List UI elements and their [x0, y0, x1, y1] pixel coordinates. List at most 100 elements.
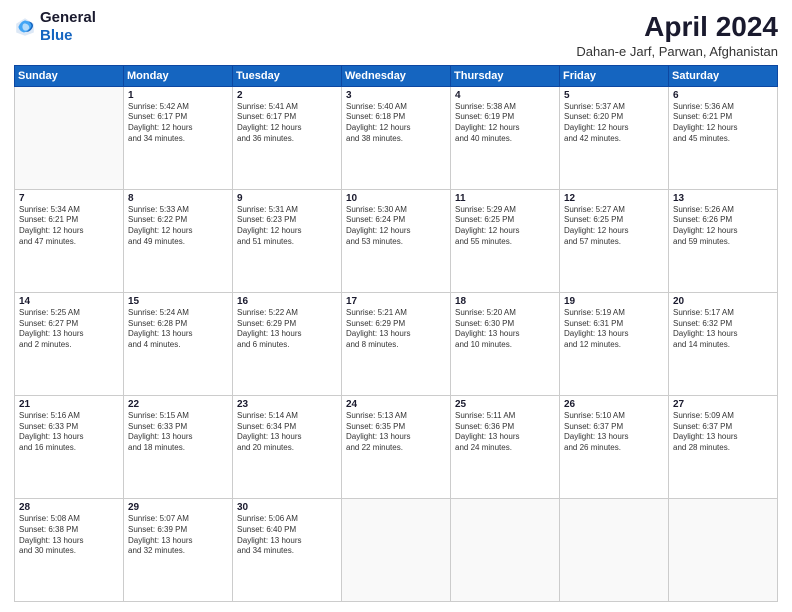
daylight-label: Daylight: 13 hours: [19, 432, 119, 443]
sunset-text: Sunset: 6:38 PM: [19, 525, 119, 536]
daylight-and: and 40 minutes.: [455, 134, 555, 145]
sunset-text: Sunset: 6:33 PM: [19, 422, 119, 433]
sunrise-text: Sunrise: 5:22 AM: [237, 308, 337, 319]
daylight-and: and 53 minutes.: [346, 237, 446, 248]
sunset-text: Sunset: 6:23 PM: [237, 215, 337, 226]
calendar-cell: 6Sunrise: 5:36 AMSunset: 6:21 PMDaylight…: [669, 86, 778, 189]
cell-info: Sunrise: 5:17 AMSunset: 6:32 PMDaylight:…: [673, 308, 773, 351]
daylight-label: Daylight: 13 hours: [237, 536, 337, 547]
cell-info: Sunrise: 5:21 AMSunset: 6:29 PMDaylight:…: [346, 308, 446, 351]
calendar-week-3: 14Sunrise: 5:25 AMSunset: 6:27 PMDayligh…: [15, 292, 778, 395]
calendar-cell: 2Sunrise: 5:41 AMSunset: 6:17 PMDaylight…: [233, 86, 342, 189]
sunset-text: Sunset: 6:25 PM: [455, 215, 555, 226]
calendar-cell: 15Sunrise: 5:24 AMSunset: 6:28 PMDayligh…: [124, 292, 233, 395]
cell-info: Sunrise: 5:08 AMSunset: 6:38 PMDaylight:…: [19, 514, 119, 557]
sunset-text: Sunset: 6:21 PM: [673, 112, 773, 123]
daylight-and: and 34 minutes.: [237, 546, 337, 557]
cell-info: Sunrise: 5:20 AMSunset: 6:30 PMDaylight:…: [455, 308, 555, 351]
sunrise-text: Sunrise: 5:24 AM: [128, 308, 228, 319]
cell-info: Sunrise: 5:06 AMSunset: 6:40 PMDaylight:…: [237, 514, 337, 557]
daylight-and: and 59 minutes.: [673, 237, 773, 248]
calendar-cell: 27Sunrise: 5:09 AMSunset: 6:37 PMDayligh…: [669, 395, 778, 498]
day-number: 30: [237, 502, 337, 513]
day-number: 9: [237, 193, 337, 204]
sunrise-text: Sunrise: 5:06 AM: [237, 514, 337, 525]
logo: General Blue: [14, 10, 96, 45]
sunrise-text: Sunrise: 5:21 AM: [346, 308, 446, 319]
calendar-cell: [560, 498, 669, 601]
daylight-label: Daylight: 12 hours: [673, 123, 773, 134]
header-thursday: Thursday: [451, 65, 560, 86]
day-number: 20: [673, 296, 773, 307]
daylight-and: and 10 minutes.: [455, 340, 555, 351]
sunrise-text: Sunrise: 5:33 AM: [128, 205, 228, 216]
header-friday: Friday: [560, 65, 669, 86]
daylight-and: and 16 minutes.: [19, 443, 119, 454]
sunset-text: Sunset: 6:27 PM: [19, 319, 119, 330]
cell-info: Sunrise: 5:24 AMSunset: 6:28 PMDaylight:…: [128, 308, 228, 351]
sunset-text: Sunset: 6:31 PM: [564, 319, 664, 330]
calendar-week-5: 28Sunrise: 5:08 AMSunset: 6:38 PMDayligh…: [15, 498, 778, 601]
daylight-label: Daylight: 12 hours: [237, 123, 337, 134]
sunset-text: Sunset: 6:39 PM: [128, 525, 228, 536]
daylight-label: Daylight: 13 hours: [673, 432, 773, 443]
cell-info: Sunrise: 5:41 AMSunset: 6:17 PMDaylight:…: [237, 102, 337, 145]
calendar-cell: 29Sunrise: 5:07 AMSunset: 6:39 PMDayligh…: [124, 498, 233, 601]
daylight-label: Daylight: 13 hours: [237, 432, 337, 443]
day-number: 2: [237, 90, 337, 101]
header-sunday: Sunday: [15, 65, 124, 86]
header-wednesday: Wednesday: [342, 65, 451, 86]
day-number: 16: [237, 296, 337, 307]
cell-info: Sunrise: 5:14 AMSunset: 6:34 PMDaylight:…: [237, 411, 337, 454]
title-block: April 2024 Dahan-e Jarf, Parwan, Afghani…: [576, 10, 778, 59]
daylight-and: and 34 minutes.: [128, 134, 228, 145]
sunset-text: Sunset: 6:29 PM: [237, 319, 337, 330]
sunset-text: Sunset: 6:20 PM: [564, 112, 664, 123]
daylight-label: Daylight: 13 hours: [673, 329, 773, 340]
sunrise-text: Sunrise: 5:20 AM: [455, 308, 555, 319]
calendar-cell: 26Sunrise: 5:10 AMSunset: 6:37 PMDayligh…: [560, 395, 669, 498]
daylight-label: Daylight: 12 hours: [564, 123, 664, 134]
day-number: 17: [346, 296, 446, 307]
daylight-and: and 6 minutes.: [237, 340, 337, 351]
calendar-cell: 20Sunrise: 5:17 AMSunset: 6:32 PMDayligh…: [669, 292, 778, 395]
sunrise-text: Sunrise: 5:41 AM: [237, 102, 337, 113]
sunrise-text: Sunrise: 5:27 AM: [564, 205, 664, 216]
cell-info: Sunrise: 5:11 AMSunset: 6:36 PMDaylight:…: [455, 411, 555, 454]
daylight-and: and 51 minutes.: [237, 237, 337, 248]
calendar-cell: 24Sunrise: 5:13 AMSunset: 6:35 PMDayligh…: [342, 395, 451, 498]
calendar-cell: 9Sunrise: 5:31 AMSunset: 6:23 PMDaylight…: [233, 189, 342, 292]
calendar-cell: 18Sunrise: 5:20 AMSunset: 6:30 PMDayligh…: [451, 292, 560, 395]
cell-info: Sunrise: 5:38 AMSunset: 6:19 PMDaylight:…: [455, 102, 555, 145]
calendar-cell: 11Sunrise: 5:29 AMSunset: 6:25 PMDayligh…: [451, 189, 560, 292]
calendar-cell: 30Sunrise: 5:06 AMSunset: 6:40 PMDayligh…: [233, 498, 342, 601]
sunrise-text: Sunrise: 5:29 AM: [455, 205, 555, 216]
daylight-label: Daylight: 13 hours: [128, 329, 228, 340]
cell-info: Sunrise: 5:22 AMSunset: 6:29 PMDaylight:…: [237, 308, 337, 351]
daylight-label: Daylight: 12 hours: [455, 226, 555, 237]
sunset-text: Sunset: 6:37 PM: [673, 422, 773, 433]
daylight-label: Daylight: 12 hours: [673, 226, 773, 237]
logo-blue: Blue: [40, 27, 73, 44]
cell-info: Sunrise: 5:25 AMSunset: 6:27 PMDaylight:…: [19, 308, 119, 351]
daylight-and: and 24 minutes.: [455, 443, 555, 454]
daylight-and: and 20 minutes.: [237, 443, 337, 454]
daylight-and: and 45 minutes.: [673, 134, 773, 145]
weekday-header-row: Sunday Monday Tuesday Wednesday Thursday…: [15, 65, 778, 86]
calendar-cell: 4Sunrise: 5:38 AMSunset: 6:19 PMDaylight…: [451, 86, 560, 189]
daylight-label: Daylight: 13 hours: [237, 329, 337, 340]
sunrise-text: Sunrise: 5:11 AM: [455, 411, 555, 422]
sunset-text: Sunset: 6:28 PM: [128, 319, 228, 330]
daylight-label: Daylight: 12 hours: [564, 226, 664, 237]
sunset-text: Sunset: 6:25 PM: [564, 215, 664, 226]
calendar-week-1: 1Sunrise: 5:42 AMSunset: 6:17 PMDaylight…: [15, 86, 778, 189]
cell-info: Sunrise: 5:19 AMSunset: 6:31 PMDaylight:…: [564, 308, 664, 351]
calendar-week-2: 7Sunrise: 5:34 AMSunset: 6:21 PMDaylight…: [15, 189, 778, 292]
daylight-and: and 12 minutes.: [564, 340, 664, 351]
daylight-and: and 14 minutes.: [673, 340, 773, 351]
header-tuesday: Tuesday: [233, 65, 342, 86]
sunrise-text: Sunrise: 5:38 AM: [455, 102, 555, 113]
day-number: 11: [455, 193, 555, 204]
sunrise-text: Sunrise: 5:13 AM: [346, 411, 446, 422]
day-number: 10: [346, 193, 446, 204]
